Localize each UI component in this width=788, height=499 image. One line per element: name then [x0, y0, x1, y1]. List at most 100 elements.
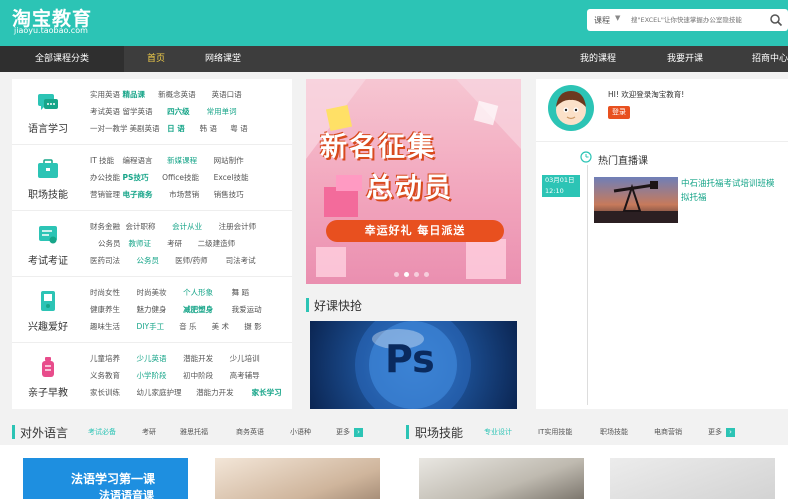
category-link[interactable]: 教师证 — [129, 235, 165, 252]
category-link[interactable]: 少儿英语 — [137, 350, 181, 367]
category-link[interactable]: 儿童培养 — [90, 350, 134, 367]
category-link[interactable]: 司法考试 — [226, 252, 256, 269]
course-card-french[interactable]: 法语学习第一课 法语语音课 — [23, 458, 188, 499]
category-name[interactable]: 兴趣爱好 — [16, 318, 80, 333]
category-link[interactable]: 精品课 — [123, 86, 156, 103]
category-link[interactable]: 趣味生活 — [90, 318, 134, 335]
category-link[interactable]: 公务员 — [137, 252, 173, 269]
category-name[interactable]: 考试考证 — [16, 252, 80, 267]
nav-item-my-courses[interactable]: 我的课程 — [580, 46, 616, 72]
tab-it-skills[interactable]: IT实用技能 — [538, 427, 572, 437]
course-card-photo[interactable] — [215, 458, 380, 499]
tab-business-english[interactable]: 商务英语 — [236, 427, 264, 437]
chevron-down-icon[interactable]: ▼ — [615, 14, 620, 22]
category-link[interactable]: 实用英语 — [90, 86, 120, 103]
carousel-dot[interactable] — [414, 272, 419, 277]
tab-postgrad[interactable]: 考研 — [142, 427, 156, 437]
category-link[interactable]: 新媒课程 — [167, 152, 211, 169]
carousel-dot[interactable] — [394, 272, 399, 277]
nav-item-merchant[interactable]: 招商中心 — [752, 46, 788, 72]
category-link[interactable]: PS技巧 — [123, 169, 160, 186]
category-link[interactable]: 幼儿家庭护理 — [137, 384, 194, 401]
category-link[interactable]: 家长训练 — [90, 384, 134, 401]
category-link[interactable]: 粤 语 — [230, 120, 247, 137]
category-link[interactable]: 会计从业 — [172, 218, 216, 235]
category-link[interactable]: 减肥塑身 — [183, 301, 229, 318]
category-link[interactable]: 二级建造师 — [198, 235, 236, 252]
tab-exam-essentials[interactable]: 考试必备 — [88, 427, 116, 437]
category-link[interactable]: 高考辅导 — [230, 367, 260, 384]
category-link[interactable]: 舞 蹈 — [232, 284, 249, 301]
nav-item-online-class[interactable]: 网络课堂 — [205, 46, 241, 72]
category-link[interactable]: 美剧英语 — [130, 120, 165, 137]
category-link[interactable]: 财务金融 — [90, 218, 123, 235]
category-name[interactable]: 语言学习 — [16, 120, 80, 135]
tab-ecommerce-marketing[interactable]: 电商营销 — [654, 427, 682, 437]
category-link[interactable]: 留学英语 — [123, 103, 165, 120]
category-link[interactable]: 家长学习 — [252, 384, 282, 401]
category-link[interactable]: 潜能开发 — [183, 350, 227, 367]
tab-workplace-skills[interactable]: 职场技能 — [600, 427, 628, 437]
category-link[interactable]: 小学阶段 — [137, 367, 181, 384]
category-link[interactable]: 少儿培训 — [230, 350, 260, 367]
search-icon[interactable] — [769, 13, 783, 27]
category-link[interactable]: 时尚美妆 — [137, 284, 181, 301]
carousel-dot[interactable] — [424, 272, 429, 277]
category-link[interactable]: Office技能 — [162, 169, 211, 186]
all-courses-button[interactable]: 全部课程分类 — [0, 46, 124, 72]
category-link[interactable]: 销售技巧 — [214, 186, 244, 203]
category-link[interactable]: 注册会计师 — [219, 218, 257, 235]
category-link[interactable]: 一对一教学 — [90, 120, 128, 137]
category-link[interactable]: 办公技能 — [90, 169, 120, 186]
course-thumbnail-ps[interactable]: Ps — [310, 321, 517, 409]
tab-ielts-toefl[interactable]: 雅思托福 — [180, 427, 208, 437]
nav-item-home[interactable]: 首页 — [147, 46, 165, 72]
category-link[interactable]: 公务员 — [90, 235, 126, 252]
tab-pro-design[interactable]: 专业设计 — [484, 427, 512, 437]
course-card-photo[interactable] — [610, 458, 775, 499]
nav-item-open-course[interactable]: 我要开课 — [667, 46, 703, 72]
category-link[interactable]: 医药司法 — [90, 252, 134, 269]
category-link[interactable]: 韩 语 — [200, 120, 228, 137]
live-thumbnail[interactable] — [594, 177, 678, 223]
category-link[interactable]: 考研 — [167, 235, 195, 252]
category-link[interactable]: 营销管理 — [90, 186, 120, 203]
search-category-select[interactable]: 课程 — [594, 15, 610, 26]
category-link[interactable]: 我爱运动 — [232, 301, 262, 318]
category-link[interactable]: IT 技能 — [90, 152, 120, 169]
tab-more[interactable]: 更多 › — [336, 427, 363, 437]
category-link[interactable]: 四六级 — [167, 103, 204, 120]
category-link[interactable]: 健康养生 — [90, 301, 134, 318]
category-link[interactable]: 摄 影 — [244, 318, 261, 335]
login-button[interactable]: 登录 — [608, 106, 630, 119]
live-course-title[interactable]: 中石油托福考试培训班模拟托福 — [681, 177, 781, 205]
category-link[interactable]: 市场营销 — [169, 186, 211, 203]
category-link[interactable]: 义务教育 — [90, 367, 134, 384]
category-link[interactable]: 个人形象 — [183, 284, 229, 301]
category-link[interactable]: Excel技能 — [214, 169, 249, 186]
category-link[interactable]: 会计职称 — [126, 218, 170, 235]
category-link[interactable]: 考试英语 — [90, 103, 120, 120]
category-link[interactable]: 医师/药师 — [175, 252, 223, 269]
category-name[interactable]: 职场技能 — [16, 186, 80, 201]
category-link[interactable]: 美 术 — [212, 318, 242, 335]
category-link[interactable]: 日 语 — [167, 120, 197, 137]
category-link[interactable]: 时尚女性 — [90, 284, 134, 301]
tab-more[interactable]: 更多 › — [708, 427, 735, 437]
category-link[interactable]: 音 乐 — [179, 318, 209, 335]
category-link[interactable]: DIY手工 — [137, 318, 177, 335]
category-link[interactable]: 英语口语 — [212, 86, 242, 103]
tab-minor-languages[interactable]: 小语种 — [290, 427, 311, 437]
category-link[interactable]: 潜能力开发 — [196, 384, 249, 401]
promo-banner[interactable]: 新名征集 总动员 幸运好礼 每日派送 — [306, 79, 521, 284]
category-link[interactable]: 网站制作 — [214, 152, 244, 169]
category-name[interactable]: 亲子早教 — [16, 384, 80, 399]
category-link[interactable]: 电子商务 — [123, 186, 167, 203]
category-link[interactable]: 编程语言 — [123, 152, 165, 169]
search-input[interactable] — [631, 13, 761, 27]
avatar[interactable] — [548, 85, 594, 131]
category-link[interactable]: 魅力健身 — [137, 301, 181, 318]
category-link[interactable]: 初中阶段 — [183, 367, 227, 384]
course-card-photo[interactable] — [419, 458, 584, 499]
category-link[interactable]: 常用单词 — [207, 103, 237, 120]
